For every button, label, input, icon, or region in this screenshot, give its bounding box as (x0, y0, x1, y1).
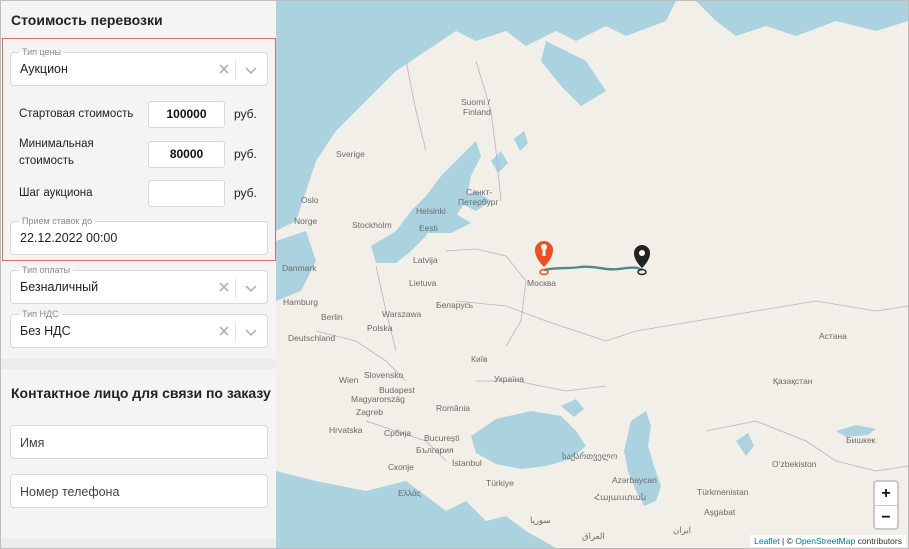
map-label: Eesti (419, 223, 438, 233)
route-map[interactable]: Suomi / Finland Sverige Oslo Norge Helsi… (276, 1, 908, 548)
chevron-down-icon[interactable] (244, 325, 258, 339)
map-label: Астана (819, 331, 847, 341)
vat-type-value: Без НДС (20, 324, 71, 338)
section-divider (1, 538, 276, 548)
map-attribution: Leaflet | © OpenStreetMap contributors (750, 535, 906, 547)
payment-type-select[interactable]: Тип оплаты Безналичный (10, 264, 268, 304)
map-label: Москва (527, 278, 557, 288)
map-label: Aşgabat (704, 507, 736, 517)
route-line (543, 265, 643, 272)
map-label: საქართველო (562, 451, 618, 461)
map-label: Hrvatska (329, 425, 363, 435)
map-label: Azərbaycan (612, 475, 657, 485)
start-price-input[interactable]: 100000 (148, 101, 225, 128)
map-label: Latvija (413, 255, 438, 265)
map-label: ایران (673, 525, 692, 535)
map-label: Қазақстан (773, 376, 813, 386)
bid-deadline-value: 22.12.2022 00:00 (20, 231, 118, 245)
map-label: Deutschland (288, 333, 336, 343)
price-type-legend: Тип цены (19, 46, 65, 58)
map-label: İstanbul (452, 458, 482, 468)
map-label: Berlin (321, 312, 343, 322)
price-type-select[interactable]: Тип цены Аукцион (10, 46, 268, 86)
map-label: Скопје (388, 462, 414, 472)
attribution-separator: | © (779, 536, 796, 546)
map-label: Петербург (458, 197, 499, 207)
map-label: Finland (463, 107, 491, 117)
map-label: Србија (384, 428, 412, 438)
map-label: Oslo (301, 195, 319, 205)
map-label: Warszawa (382, 309, 422, 319)
map-label: سوريا (530, 515, 551, 525)
map-label: Stockholm (352, 220, 392, 230)
contact-phone-input[interactable]: Номер телефона (10, 474, 268, 508)
select-separator (235, 60, 236, 80)
chevron-down-icon[interactable] (244, 281, 258, 295)
map-label: Ελλάς (398, 488, 422, 498)
min-price-unit: руб. (234, 147, 257, 161)
clear-icon[interactable] (217, 61, 231, 77)
map-label: Київ (471, 354, 488, 364)
section-divider (1, 359, 276, 369)
contact-section-title: Контактное лицо для связи по заказу (11, 385, 271, 401)
attribution-contributors: contributors (855, 536, 902, 546)
osm-link[interactable]: OpenStreetMap (795, 536, 855, 546)
min-price-input[interactable]: 80000 (148, 141, 225, 168)
vat-type-legend: Тип НДС (19, 308, 62, 320)
auction-step-input[interactable] (148, 180, 225, 207)
contact-name-input[interactable]: Имя (10, 425, 268, 459)
map-label: București (424, 433, 460, 443)
min-price-label-line1: Минимальная (19, 138, 94, 150)
map-label: Zagreb (356, 407, 383, 417)
map-label: Helsinki (416, 206, 446, 216)
map-label: Danmark (282, 263, 317, 273)
map-label: Sverige (336, 149, 365, 159)
map-label: România (436, 403, 471, 413)
map-label: Türkmenistan (697, 487, 749, 497)
map-label: Україна (494, 374, 524, 384)
map-label: Magyarország (351, 394, 405, 404)
chevron-down-icon[interactable] (244, 63, 258, 77)
contact-phone-placeholder: Номер телефона (20, 485, 120, 499)
map-label: Wien (339, 375, 359, 385)
zoom-control: + − (873, 480, 899, 530)
map-label: العراق (582, 531, 605, 541)
min-price-label-line2: стоимость (19, 155, 75, 167)
map-label: Санкт- (466, 187, 493, 197)
zoom-out-button[interactable]: − (875, 506, 897, 530)
map-label: Polska (367, 323, 393, 333)
auction-step-label: Шаг аукциона (19, 187, 93, 199)
payment-type-value: Безналичный (20, 280, 99, 294)
clear-icon[interactable] (217, 279, 231, 295)
map-label: Türkiye (486, 478, 514, 488)
select-separator (235, 322, 236, 342)
start-price-label: Стартовая стоимость (19, 108, 134, 120)
map-label: България (416, 445, 454, 455)
auction-step-unit: руб. (234, 186, 257, 200)
map-label: Հայաստան (594, 492, 647, 502)
map-label: Slovensko (364, 370, 404, 380)
select-separator (235, 278, 236, 298)
zoom-in-button[interactable]: + (875, 482, 897, 506)
bid-deadline-legend: Прием ставок до (19, 215, 96, 227)
map-label: Norge (294, 216, 318, 226)
start-price-unit: руб. (234, 107, 257, 121)
price-type-value: Аукцион (20, 62, 68, 76)
contact-name-placeholder: Имя (20, 436, 45, 450)
clear-icon[interactable] (217, 323, 231, 339)
leaflet-link[interactable]: Leaflet (754, 536, 780, 546)
map-label: Suomi / (461, 97, 490, 107)
vat-type-select[interactable]: Тип НДС Без НДС (10, 308, 268, 348)
map-label: Oʻzbekiston (772, 459, 817, 469)
map-label: Бишкек (846, 435, 876, 445)
map-label: Lietuva (409, 278, 437, 288)
destination-marker-icon (634, 245, 650, 276)
order-form-panel: Стоимость перевозки Тип цены Аукцион Ста… (1, 1, 276, 548)
payment-type-legend: Тип оплаты (19, 264, 74, 276)
bid-deadline-field[interactable]: Прием ставок до 22.12.2022 00:00 (10, 215, 268, 255)
cost-section-title: Стоимость перевозки (11, 12, 163, 28)
map-label: Беларусь (436, 300, 474, 310)
map-label: Hamburg (283, 297, 318, 307)
